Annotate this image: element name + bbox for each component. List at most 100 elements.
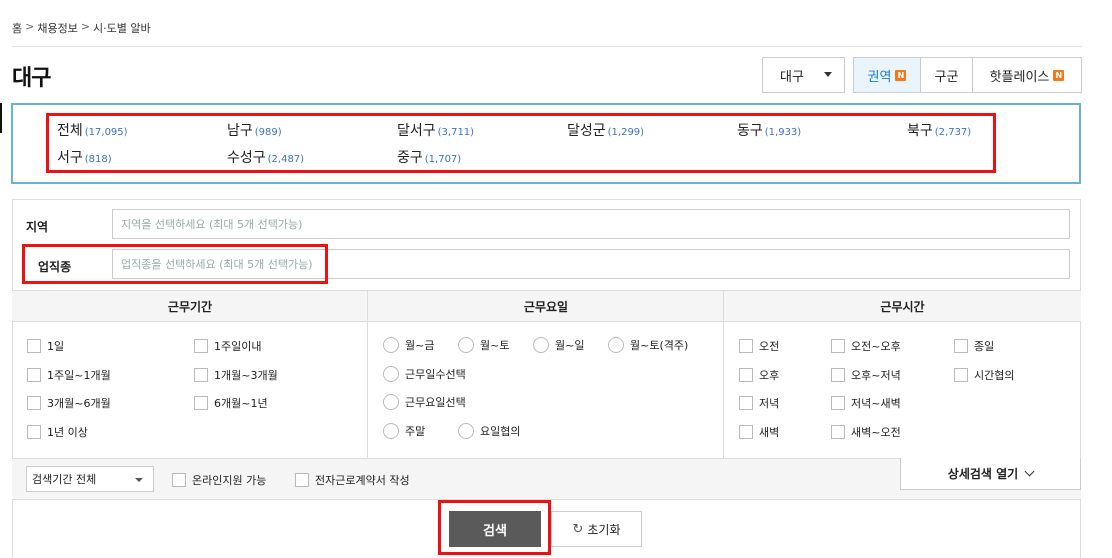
- detail-search-label: 상세검색 열기: [947, 467, 1019, 481]
- radio-icon: [608, 337, 624, 353]
- checkbox-period[interactable]: 1주일~1개월: [27, 367, 111, 383]
- checkbox-period[interactable]: 6개월~1년: [194, 395, 268, 411]
- caret-down-icon: [824, 72, 832, 77]
- region-tabs: 권역 N 구군 핫플레이스 N: [853, 57, 1082, 93]
- tab-district[interactable]: 구군: [920, 58, 972, 92]
- district-item-nam-gu[interactable]: 남구 (989): [227, 120, 282, 140]
- radio-days[interactable]: 요일협의: [458, 423, 520, 439]
- checkbox-icon: [954, 339, 968, 353]
- checkbox-period[interactable]: 1일: [27, 338, 64, 354]
- chevron-down-icon: [1024, 466, 1035, 477]
- checkbox-icon: [27, 368, 41, 382]
- checkbox-icon: [831, 368, 845, 382]
- checkbox-icon: [739, 425, 753, 439]
- radio-days[interactable]: 월~일: [533, 337, 584, 353]
- radio-days[interactable]: 주말: [383, 423, 425, 439]
- checkbox-time[interactable]: 오전~오후: [831, 338, 901, 354]
- district-item-dong-gu[interactable]: 동구 (1,933): [737, 120, 801, 140]
- radio-days[interactable]: 월~토: [458, 337, 509, 353]
- region-input[interactable]: 지역을 선택하세요 (최대 5개 선택가능): [112, 209, 1070, 239]
- district-item-suseong-gu[interactable]: 수성구 (2,487): [227, 147, 304, 167]
- radio-icon: [383, 366, 399, 382]
- checkbox-period[interactable]: 1주일이내: [194, 338, 261, 354]
- reset-button[interactable]: ↻ 초기화: [551, 511, 642, 547]
- district-item-dalseong-gun[interactable]: 달성군 (1,299): [567, 120, 644, 140]
- district-item-buk-gu[interactable]: 북구 (2,737): [907, 120, 971, 140]
- section-header-period: 근무기간: [12, 290, 368, 322]
- breadcrumb: 홈 > 채용정보 > 시·도별 알바: [12, 20, 151, 36]
- column-divider: [723, 290, 724, 458]
- checkbox-online-apply[interactable]: 온라인지원 가능: [172, 472, 266, 488]
- checkbox-icon: [831, 425, 845, 439]
- checkbox-icon: [194, 339, 208, 353]
- left-edge-marker: [0, 103, 2, 133]
- tab-label: 핫플레이스: [989, 69, 1050, 85]
- checkbox-period[interactable]: 3개월~6개월: [27, 395, 111, 411]
- breadcrumb-home[interactable]: 홈: [12, 20, 22, 36]
- radio-icon: [383, 394, 399, 410]
- refresh-icon: ↻: [572, 521, 584, 537]
- checkbox-icon: [954, 368, 968, 382]
- city-select[interactable]: 대구: [762, 57, 845, 93]
- tab-area[interactable]: 권역 N: [854, 58, 920, 92]
- new-badge-icon: N: [1053, 69, 1065, 81]
- region-field-label: 지역: [26, 220, 49, 234]
- district-item-seo-gu[interactable]: 서구 (818): [57, 147, 112, 167]
- breadcrumb-separator: >: [80, 20, 91, 33]
- checkbox-time[interactable]: 종일: [954, 338, 994, 354]
- job-field-label: 업직종: [38, 260, 72, 274]
- header-divider: [12, 46, 1082, 47]
- checkbox-time[interactable]: 오후: [739, 367, 779, 383]
- breadcrumb-jobs[interactable]: 채용정보: [37, 20, 77, 36]
- radio-icon: [458, 337, 474, 353]
- checkbox-time[interactable]: 새벽: [739, 424, 779, 440]
- radio-icon: [383, 423, 399, 439]
- radio-icon: [458, 423, 474, 439]
- reset-label: 초기화: [587, 522, 621, 537]
- column-divider: [367, 290, 368, 458]
- section-header-days: 근무요일: [368, 290, 724, 322]
- radio-icon: [533, 337, 549, 353]
- checkbox-icon: [194, 368, 208, 382]
- breadcrumb-separator: >: [25, 20, 35, 33]
- checkbox-icon: [831, 396, 845, 410]
- district-list: 전체 (17,095) 남구 (989) 달서구 (3,711) 달성군 (1,299)…: [46, 116, 996, 174]
- district-item-all[interactable]: 전체 (17,095): [57, 120, 128, 140]
- section-header-time: 근무시간: [724, 290, 1081, 322]
- detail-search-toggle-button[interactable]: 상세검색 열기: [900, 458, 1081, 490]
- job-input[interactable]: 업직종을 선택하세요 (최대 5개 선택가능): [112, 249, 1070, 279]
- checkbox-period[interactable]: 1개월~3개월: [194, 367, 278, 383]
- checkbox-time[interactable]: 새벽~오전: [831, 424, 901, 440]
- search-period-select[interactable]: 검색기간 전체: [26, 466, 154, 492]
- caret-down-icon: [135, 478, 143, 482]
- radio-days[interactable]: 근무요일선택: [383, 394, 466, 410]
- checkbox-icon: [295, 473, 309, 487]
- checkbox-time[interactable]: 시간협의: [954, 367, 1014, 383]
- district-item-dalseo-gu[interactable]: 달서구 (3,711): [397, 120, 474, 140]
- checkbox-time[interactable]: 오후~저녁: [831, 367, 901, 383]
- radio-icon: [383, 337, 399, 353]
- radio-days[interactable]: 근무일수선택: [383, 366, 466, 382]
- checkbox-time[interactable]: 저녁: [739, 395, 779, 411]
- checkbox-period[interactable]: 1년 이상: [27, 424, 88, 440]
- checkbox-time[interactable]: 저녁~새벽: [831, 395, 901, 411]
- radio-days[interactable]: 월~토(격주): [608, 337, 688, 353]
- checkbox-icon: [739, 339, 753, 353]
- search-period-value: 검색기간 전체: [32, 473, 97, 486]
- checkbox-icon: [739, 368, 753, 382]
- new-badge-icon: N: [895, 69, 907, 81]
- checkbox-icon: [831, 339, 845, 353]
- city-select-value: 대구: [780, 69, 804, 85]
- radio-days[interactable]: 월~금: [383, 337, 434, 353]
- checkbox-icon: [194, 396, 208, 410]
- district-item-jung-gu[interactable]: 중구 (1,707): [397, 147, 461, 167]
- tab-hotplace[interactable]: 핫플레이스 N: [972, 58, 1081, 92]
- tab-label: 권역: [867, 69, 892, 85]
- checkbox-time[interactable]: 오전: [739, 338, 779, 354]
- checkbox-icon: [739, 396, 753, 410]
- search-button[interactable]: 검색: [449, 511, 541, 547]
- checkbox-e-contract[interactable]: 전자근로계약서 작성: [295, 472, 410, 488]
- page-title: 대구: [12, 66, 51, 91]
- tab-label: 구군: [934, 69, 959, 85]
- checkbox-icon: [27, 425, 41, 439]
